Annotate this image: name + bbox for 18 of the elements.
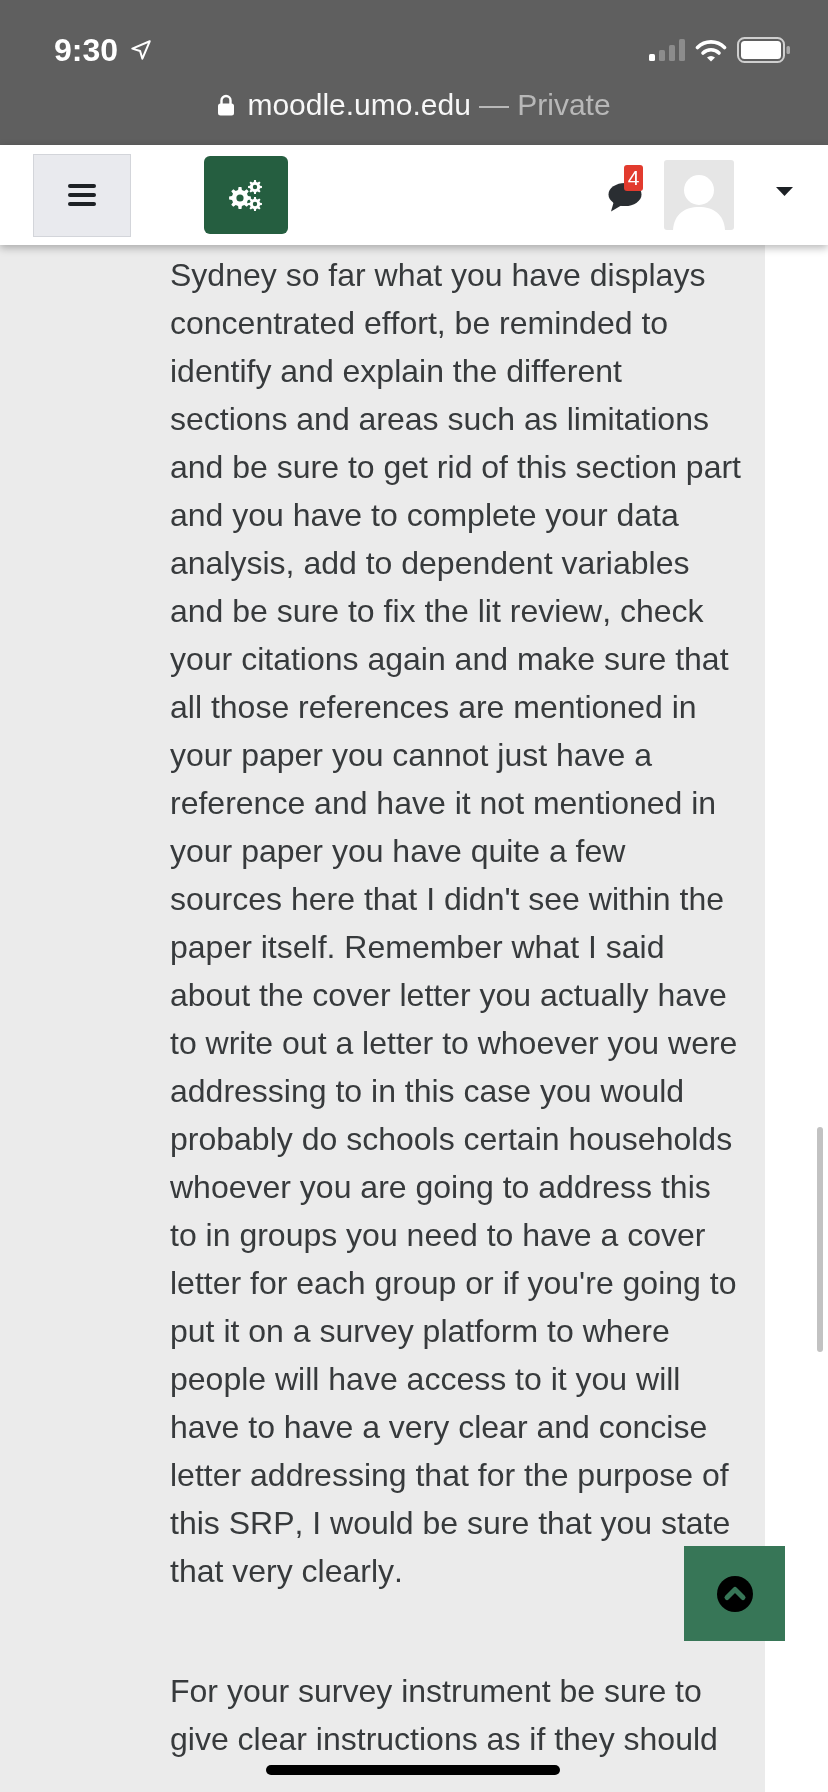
private-label: — Private bbox=[478, 87, 611, 123]
back-to-top-button[interactable] bbox=[684, 1546, 785, 1641]
chevron-up-circle-icon bbox=[716, 1575, 753, 1612]
menu-icon bbox=[68, 184, 96, 206]
battery-icon bbox=[737, 37, 791, 63]
location-arrow-icon bbox=[130, 39, 153, 61]
status-time: 9:30 bbox=[54, 31, 119, 70]
settings-button[interactable] bbox=[204, 156, 288, 234]
signal-icon bbox=[649, 39, 685, 61]
caret-icon[interactable] bbox=[776, 186, 793, 196]
post-paragraph: For your survey instrument be sure to give clear instructions as if they should bbox=[170, 1672, 719, 1759]
menu-button[interactable] bbox=[33, 153, 131, 237]
lock-icon bbox=[217, 94, 236, 116]
gears-icon bbox=[229, 179, 263, 211]
address-domain[interactable]: moodle.umo.edu bbox=[247, 86, 471, 124]
notification-badge: 4 bbox=[624, 165, 643, 191]
post-paragraph: Sydney so far what you have displays concentrated effort, be reminded to identify and explain the different sections and areas such as limitations and be sure to get rid of this section part and you have to complete your data analysis, add to dependent variables and be sure to fix the lit review, check your citations again and make sure that all those references are mentioned in your paper you cannot just have a reference and have it not mentioned in your paper you have quite a few sources here that I didn't see within the paper itself. Remember what I said about the cover letter you actually have to write out a letter to whoever you were addressing to in this case you would probably do schools certain households whoever you are going to address this to in groups you need to have a cover letter for each group or if you're going to put it on a survey platform to where people will have access to it you will have to have a very clear and concise letter addressing that for the purpose of this SRP, I would be sure that you state that very clearly. bbox=[170, 256, 742, 1591]
wifi-icon bbox=[695, 38, 727, 62]
